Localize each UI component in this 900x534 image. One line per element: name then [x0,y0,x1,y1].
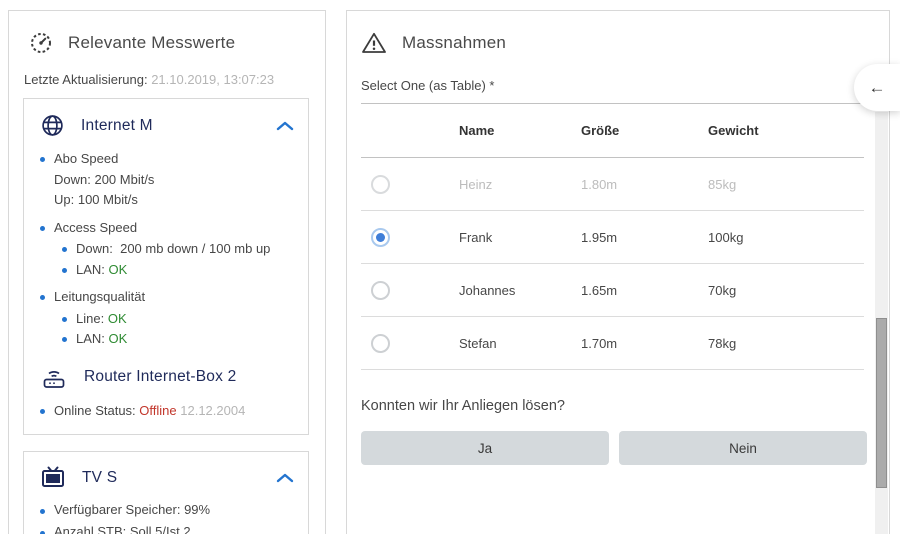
list-item-access-lan: LAN: OK [62,260,296,281]
abo-speed-label: Abo Speed [54,151,118,166]
radio-button[interactable] [371,334,390,353]
internet-section: Internet M Abo Speed Down: 200 Mbit/s Up… [23,98,309,435]
last-update-value: 21.10.2019, 13:07:23 [151,72,274,87]
abo-speed-down: Down: 200 Mbit/s [54,170,296,191]
cell-name: Stefan [459,336,581,351]
chevron-up-icon[interactable] [276,121,294,131]
right-panel-header: Massnahmen [361,31,889,55]
radio-cell [361,175,459,194]
arrow-left-icon: ← [869,78,886,98]
list-item-abo-speed: Abo Speed Down: 200 Mbit/s Up: 100 Mbit/… [40,149,296,211]
warning-icon [361,31,387,55]
line-quality-sublist: Line: OK LAN: OK [62,309,296,350]
radio-button[interactable] [371,281,390,300]
internet-section-title: Internet M [81,117,153,135]
internet-measurements-list: Abo Speed Down: 200 Mbit/s Up: 100 Mbit/… [40,149,296,350]
collapse-panel-button[interactable]: ← [854,64,900,111]
list-item-access-speed: Access Speed Down: 200 mb down / 100 mb … [40,218,296,281]
access-lan-label: LAN: [76,262,105,277]
chevron-up-icon[interactable] [276,473,294,483]
cell-name: Johannes [459,283,581,298]
quality-lan-status: OK [109,331,128,346]
list-item-speicher: Verfügbarer Speicher: 99% [40,501,296,520]
tv-measurements-list: Verfügbarer Speicher: 99% Anzahl STB: So… [40,501,296,534]
list-item-access-down: Down: 200 mb down / 100 mb up [62,239,296,260]
column-header-name: Name [459,123,581,138]
cell-gewicht: 100kg [708,230,864,245]
quality-lan-label: LAN: [76,331,105,346]
massnahmen-panel: Massnahmen Select One (as Table) * Name … [346,10,890,534]
router-icon [40,364,68,390]
access-speed-sublist: Down: 200 mb down / 100 mb up LAN: OK [62,239,296,280]
select-one-label: Select One (as Table) * [361,78,889,93]
measures-table: Name Größe Gewicht Heinz 1.80m 85kg Fran… [361,103,864,370]
list-item-line-quality: Leitungsqualität Line: OK LAN: OK [40,287,296,350]
router-status-list: Online Status: Offline 12.12.2004 [40,401,296,422]
cell-groesse: 1.80m [581,177,708,192]
measures-table-rows: Heinz 1.80m 85kg Frank 1.95m 100kg Johan… [361,158,864,370]
cell-groesse: 1.95m [581,230,708,245]
radio-button[interactable] [371,228,390,247]
radio-cell [361,281,459,300]
online-status-value: Offline [139,403,176,418]
last-update-line: Letzte Aktualisierung: 21.10.2019, 13:07… [24,72,309,87]
yes-button[interactable]: Ja [361,431,609,465]
column-header-gewicht: Gewicht [708,123,864,138]
list-item-stb: Anzahl STB: Soll 5/Ist 2 [40,523,296,534]
access-down-value: 200 mb down / 100 mb up [120,241,270,256]
cell-groesse: 1.70m [581,336,708,351]
internet-section-header[interactable]: Internet M [40,111,296,140]
tv-icon [40,466,66,490]
cell-groesse: 1.65m [581,283,708,298]
table-row[interactable]: Heinz 1.80m 85kg [361,158,864,211]
last-update-label: Letzte Aktualisierung: [24,72,148,87]
online-status-date: 12.12.2004 [180,403,245,418]
radio-button[interactable] [371,175,390,194]
cell-gewicht: 70kg [708,283,864,298]
list-item-online-status: Online Status: Offline 12.12.2004 [40,401,296,422]
tv-section-title: TV S [82,469,117,487]
question-text: Konnten wir Ihr Anliegen lösen? [361,398,889,414]
line-quality-label: Leitungsqualität [54,289,145,304]
table-row[interactable]: Frank 1.95m 100kg [361,211,864,264]
access-down-label: Down: [76,241,113,256]
online-status-label: Online Status: [54,403,136,418]
access-lan-status: OK [109,262,128,277]
table-header-row: Name Größe Gewicht [361,103,864,158]
cell-gewicht: 85kg [708,177,864,192]
cell-name: Frank [459,230,581,245]
list-item-quality-lan: LAN: OK [62,329,296,350]
scrollbar-track[interactable] [875,112,888,534]
tv-section: TV S Verfügbarer Speicher: 99% Anzahl ST… [23,451,309,534]
access-speed-label: Access Speed [54,220,137,235]
gauge-icon [29,31,53,55]
quality-line-label: Line: [76,311,104,326]
list-item-quality-line: Line: OK [62,309,296,330]
page-title: Massnahmen [402,33,506,53]
cell-name: Heinz [459,177,581,192]
left-panel-header: Relevante Messwerte [29,31,309,55]
router-section-header: Router Internet-Box 2 [40,362,296,392]
radio-cell [361,334,459,353]
quality-line-status: OK [108,311,127,326]
scrollbar-thumb[interactable] [876,318,887,488]
table-row[interactable]: Johannes 1.65m 70kg [361,264,864,317]
no-button[interactable]: Nein [619,431,867,465]
tv-section-header[interactable]: TV S [40,464,296,492]
globe-icon [40,113,65,138]
column-header-groesse: Größe [581,123,708,138]
page-title: Relevante Messwerte [68,33,235,53]
cell-gewicht: 78kg [708,336,864,351]
radio-cell [361,228,459,247]
answer-buttons: Ja Nein [361,431,867,465]
relevante-messwerte-panel: Relevante Messwerte Letzte Aktualisierun… [8,10,326,534]
abo-speed-up: Up: 100 Mbit/s [54,190,296,211]
table-row[interactable]: Stefan 1.70m 78kg [361,317,864,370]
router-section-title: Router Internet-Box 2 [84,368,236,386]
